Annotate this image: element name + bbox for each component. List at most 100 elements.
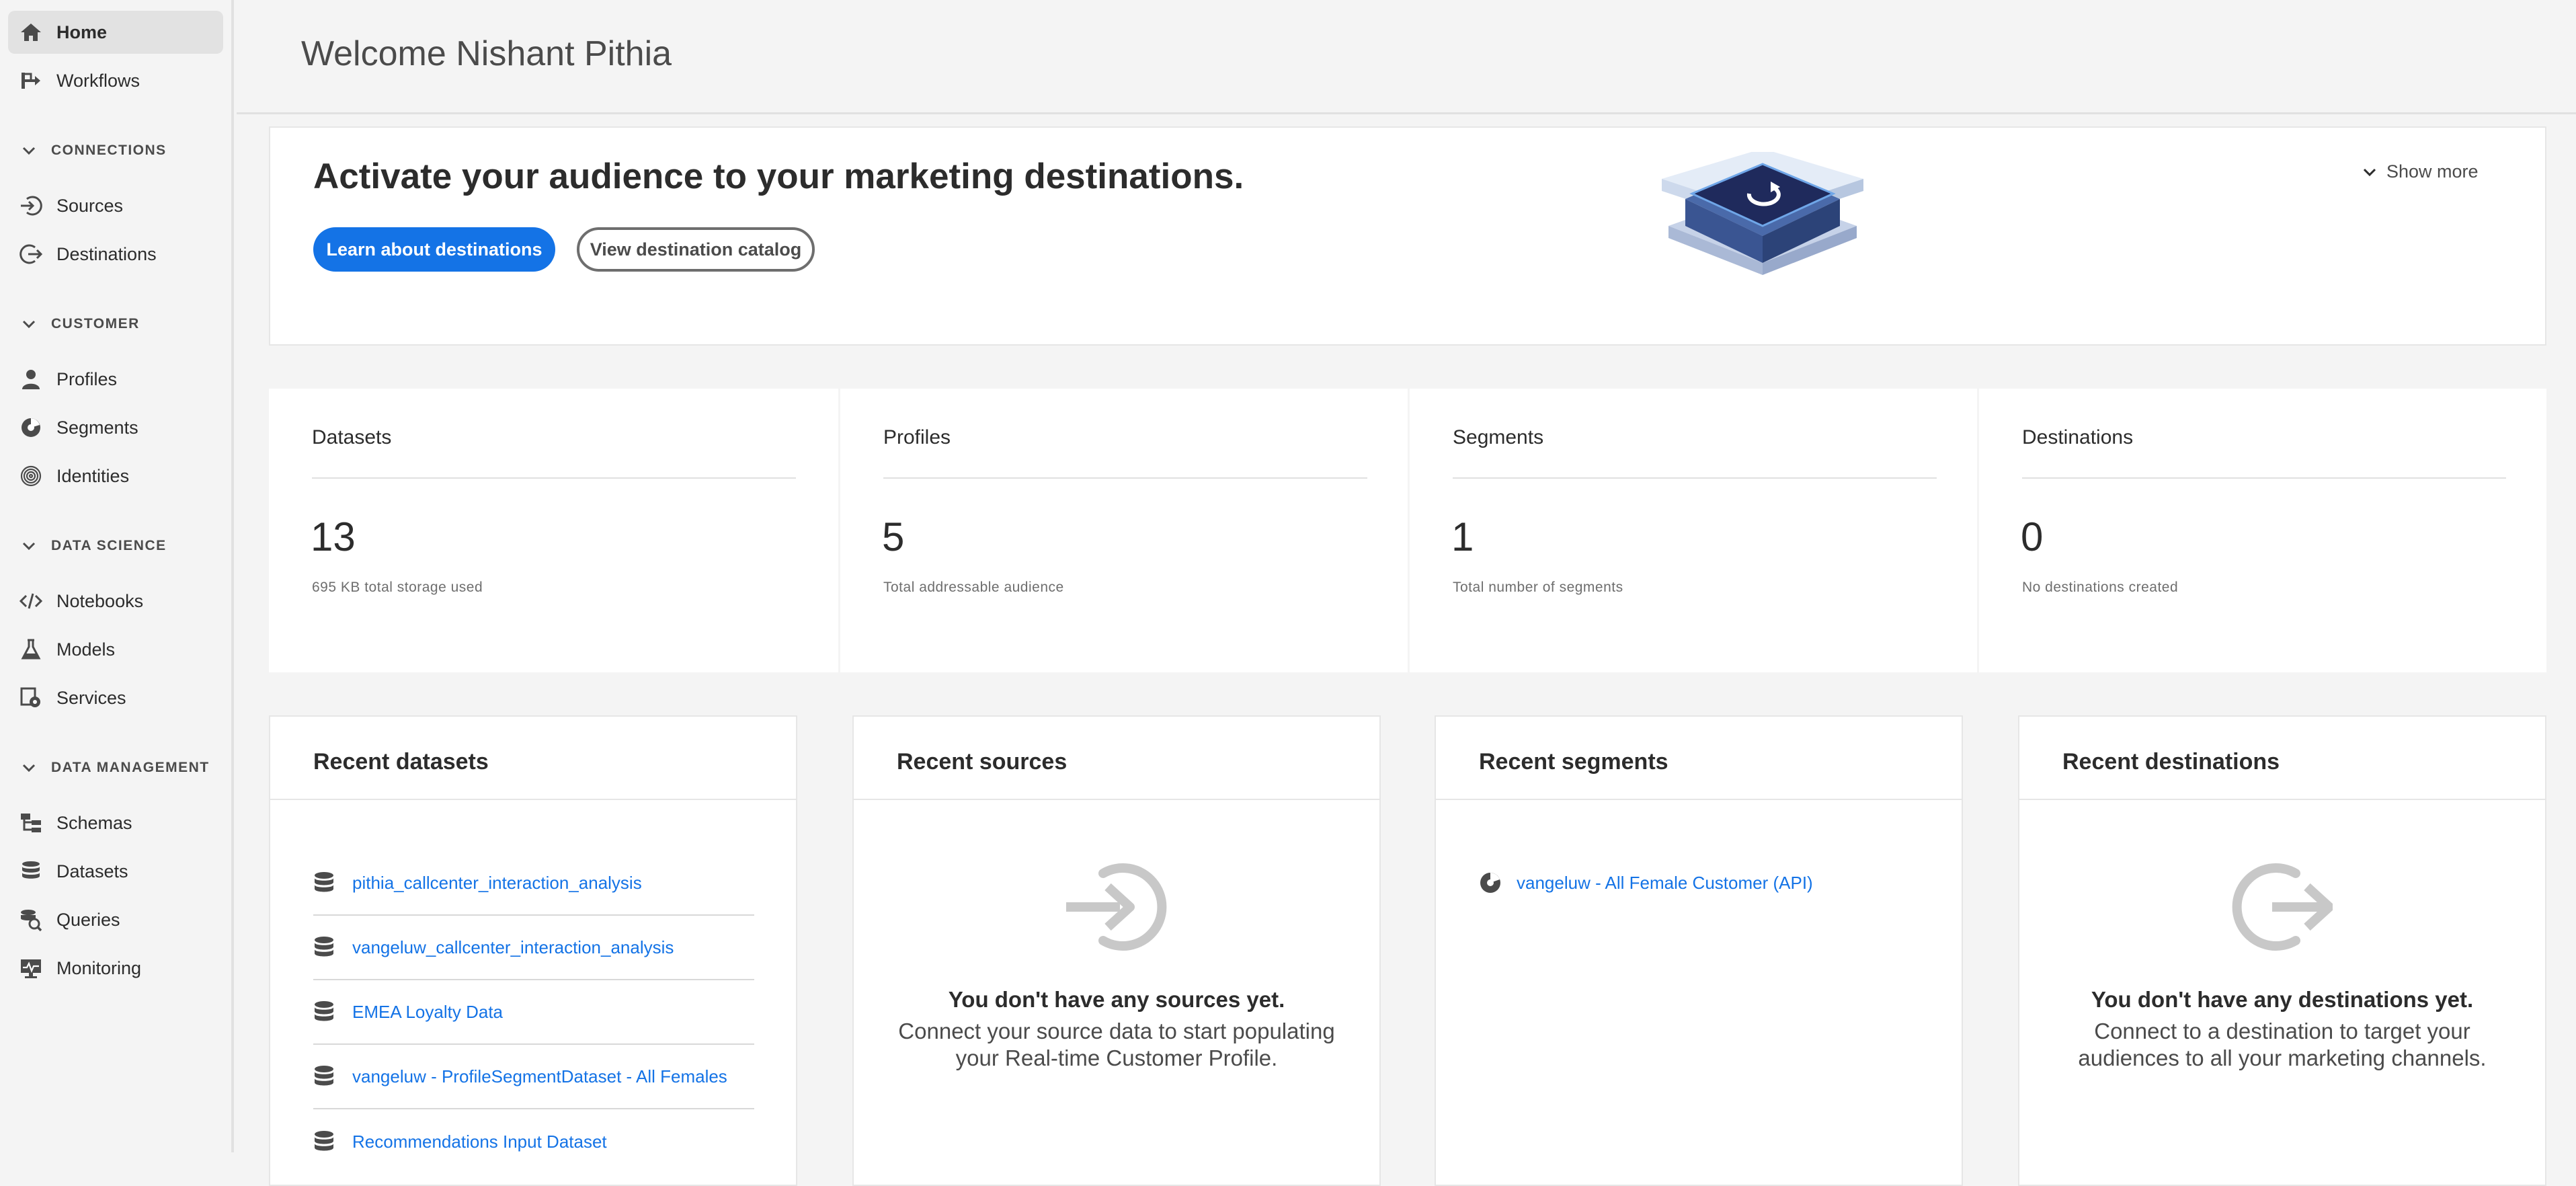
show-more-label: Show more <box>2386 161 2479 182</box>
nav-section-label: CUSTOMER <box>51 316 140 331</box>
nav-item-datasets[interactable]: Datasets <box>8 850 223 893</box>
nav-item-monitoring[interactable]: Monitoring <box>8 947 223 990</box>
database-icon <box>315 872 333 892</box>
database-icon <box>315 937 333 957</box>
empty-state-title: You don't have any destinations yet. <box>2091 987 2474 1012</box>
divider <box>270 799 796 800</box>
stat-datasets[interactable]: Datasets 13 695 KB total storage used <box>269 389 838 672</box>
nav-section-label: DATA SCIENCE <box>51 538 167 553</box>
queries-icon <box>17 906 44 933</box>
divider <box>312 477 796 479</box>
stat-label: Destinations <box>2022 426 2134 448</box>
nav-section-data-science[interactable]: DATA SCIENCE <box>20 532 167 559</box>
dataset-link[interactable]: vangeluw_callcenter_interaction_analysis <box>352 937 674 958</box>
show-more-toggle[interactable]: Show more <box>2361 161 2479 182</box>
destinations-banner: Activate your audience to your marketing… <box>269 126 2546 346</box>
nav-label-models: Models <box>56 639 116 660</box>
nav-label-datasets: Datasets <box>56 861 128 881</box>
stat-caption: No destinations created <box>2022 580 2179 595</box>
dataset-link[interactable]: Recommendations Input Dataset <box>352 1132 607 1152</box>
stat-label: Profiles <box>883 426 951 448</box>
nav-item-profiles[interactable]: Profiles <box>8 358 223 401</box>
left-nav: Home Workflows CONNECTIONS Sources Desti… <box>0 0 234 1152</box>
nav-item-segments[interactable]: Segments <box>8 406 223 449</box>
chevron-down-icon <box>22 542 36 551</box>
stat-value: 1 <box>1451 514 1474 559</box>
stat-label: Segments <box>1453 426 1544 448</box>
schemas-icon <box>17 809 44 836</box>
divider <box>2022 477 2506 479</box>
nav-item-queries[interactable]: Queries <box>8 898 223 941</box>
nav-label-schemas: Schemas <box>56 812 132 833</box>
nav-section-customer[interactable]: CUSTOMER <box>20 311 140 338</box>
nav-item-notebooks[interactable]: Notebooks <box>8 580 223 623</box>
stat-caption: Total number of segments <box>1453 580 1623 595</box>
list-item[interactable]: vangeluw - ProfileSegmentDataset - All F… <box>313 1045 754 1109</box>
page-title: Welcome Nishant Pithia <box>301 34 672 73</box>
database-icon <box>315 1131 333 1151</box>
arrow-in-icon <box>1066 863 1167 951</box>
learn-about-destinations-button[interactable]: Learn about destinations <box>313 227 555 272</box>
nav-item-identities[interactable]: Identities <box>8 454 223 498</box>
nav-item-models[interactable]: Models <box>8 628 223 671</box>
database-icon <box>315 1066 333 1086</box>
divider <box>1453 477 1937 479</box>
nav-item-sources[interactable]: Sources <box>8 184 223 227</box>
nav-item-schemas[interactable]: Schemas <box>8 801 223 844</box>
card-title: Recent segments <box>1479 749 1668 775</box>
nav-section-label: DATA MANAGEMENT <box>51 760 210 775</box>
card-title: Recent sources <box>897 749 1068 775</box>
stat-value: 0 <box>2021 514 2044 559</box>
stat-segments[interactable]: Segments 1 Total number of segments <box>1408 389 1979 672</box>
dataset-link[interactable]: vangeluw - ProfileSegmentDataset - All F… <box>352 1066 727 1087</box>
dataset-link[interactable]: EMEA Loyalty Data <box>352 1002 503 1023</box>
card-title: Recent destinations <box>2062 749 2280 775</box>
nav-section-connections[interactable]: CONNECTIONS <box>20 137 167 164</box>
list-item[interactable]: Recommendations Input Dataset <box>313 1109 754 1174</box>
stat-value: 5 <box>882 514 905 559</box>
card-title: Recent datasets <box>313 749 489 775</box>
nav-item-home[interactable]: Home <box>8 11 223 54</box>
nav-label-notebooks: Notebooks <box>56 590 144 611</box>
banner-title: Activate your audience to your marketing… <box>313 157 1244 196</box>
summary-stats: Datasets 13 695 KB total storage used Pr… <box>269 389 2546 672</box>
segments-icon <box>1480 873 1500 893</box>
list-item[interactable]: EMEA Loyalty Data <box>313 980 754 1045</box>
dataset-link[interactable]: pithia_callcenter_interaction_analysis <box>352 873 642 894</box>
stat-destinations[interactable]: Destinations 0 No destinations created <box>1977 389 2548 672</box>
empty-state-line: Connect your source data to start popula… <box>898 1019 1335 1043</box>
nav-label-monitoring: Monitoring <box>56 957 142 978</box>
nav-label-home: Home <box>56 22 108 42</box>
nav-item-workflows[interactable]: Workflows <box>8 59 223 102</box>
monitoring-icon <box>17 955 44 982</box>
recent-sources-card: Recent sources You don't have any source… <box>852 715 1381 1186</box>
empty-state-text: Connect your source data to start popula… <box>854 1018 1379 1072</box>
identities-icon <box>17 463 44 489</box>
chevron-down-icon <box>22 764 36 773</box>
list-item[interactable]: vangeluw_callcenter_interaction_analysis <box>313 916 754 980</box>
nav-item-destinations[interactable]: Destinations <box>8 233 223 276</box>
stat-caption: Total addressable audience <box>883 580 1064 595</box>
nav-section-data-management[interactable]: DATA MANAGEMENT <box>20 754 210 781</box>
list-item[interactable]: vangeluw - All Female Customer (API) <box>1479 871 1813 894</box>
workflows-icon <box>17 67 44 94</box>
recent-datasets-card: Recent datasets pithia_callcenter_intera… <box>269 715 797 1186</box>
chevron-down-icon <box>22 320 36 329</box>
nav-label-identities: Identities <box>56 465 130 486</box>
list-item[interactable]: pithia_callcenter_interaction_analysis <box>313 851 754 916</box>
chevron-down-icon <box>2363 168 2376 176</box>
nav-label-segments: Segments <box>56 417 138 438</box>
divider <box>1436 799 1962 800</box>
recent-segments-card: Recent segments vangeluw - All Female Cu… <box>1435 715 1963 1186</box>
empty-state-line: your Real-time Customer Profile. <box>955 1045 1278 1070</box>
stat-profiles[interactable]: Profiles 5 Total addressable audience <box>838 389 1410 672</box>
nav-label-services: Services <box>56 687 126 708</box>
view-destination-catalog-button[interactable]: View destination catalog <box>577 227 815 272</box>
services-icon <box>17 684 44 711</box>
profile-icon <box>17 366 44 393</box>
recent-destinations-card: Recent destinations You don't have any d… <box>2018 715 2546 1186</box>
nav-label-destinations: Destinations <box>56 243 157 264</box>
segment-link[interactable]: vangeluw - All Female Customer (API) <box>1517 873 1813 894</box>
nav-item-services[interactable]: Services <box>8 676 223 719</box>
nav-label-queries: Queries <box>56 909 120 930</box>
